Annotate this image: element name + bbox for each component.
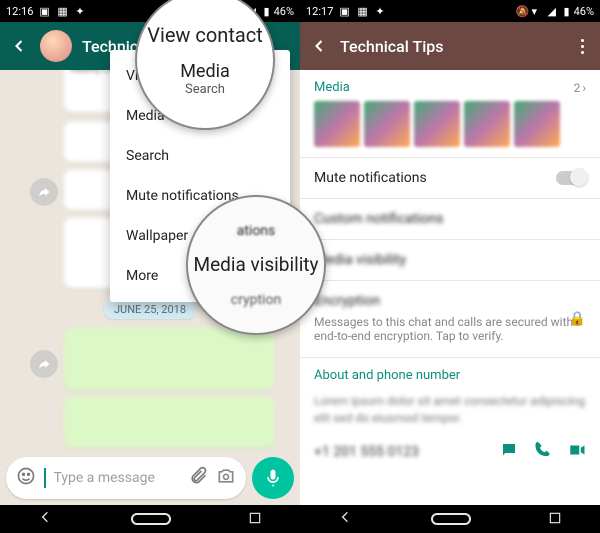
twitter-icon: ✦ (75, 5, 87, 17)
message-bubble-out[interactable] (64, 328, 274, 390)
magnifier-media-visibility: ations Media visibility cryption (186, 195, 326, 335)
battery-icon: ▮ (564, 5, 570, 18)
lock-icon: 🔒 (569, 311, 586, 327)
screen-contact-info: 12:17 ▣ ▦ ✦ 🔕 ▾ ◢ ▮ 46% Technical Tips M… (300, 0, 600, 505)
media-thumb[interactable] (514, 101, 560, 147)
attach-icon[interactable] (188, 466, 208, 490)
media-section[interactable]: Media 2› (300, 70, 600, 101)
call-icon[interactable] (534, 441, 552, 463)
signal-icon: ◢ (548, 5, 560, 17)
mute-notifications-row[interactable]: Mute notifications (300, 158, 600, 198)
camera-icon[interactable] (216, 466, 236, 490)
media-visibility-row[interactable]: Media visibility (300, 240, 600, 280)
status-battery: 46% (274, 5, 294, 18)
overflow-button[interactable] (572, 39, 592, 54)
media-thumb[interactable] (364, 101, 410, 147)
text-cursor (44, 468, 46, 488)
nav-back-button[interactable] (38, 509, 54, 529)
chevron-right-icon: › (582, 81, 586, 95)
picture-icon: ▣ (339, 5, 351, 17)
app-icon: ▦ (357, 5, 369, 17)
phone-row[interactable]: +1 201 555 0123 (300, 431, 600, 473)
battery-icon: ▮ (264, 5, 270, 18)
encryption-desc: Messages to this chat and calls are secu… (300, 311, 600, 357)
encryption-row[interactable]: Encryption (300, 281, 600, 311)
back-button[interactable] (308, 35, 330, 57)
twitter-icon: ✦ (375, 5, 387, 17)
contact-avatar[interactable] (40, 30, 72, 62)
about-section-label: About and phone number (300, 358, 600, 389)
video-icon[interactable] (568, 441, 586, 463)
nav-back-button[interactable] (338, 509, 354, 529)
message-bubble-out[interactable] (64, 396, 274, 448)
media-thumb[interactable] (314, 101, 360, 147)
status-time: 12:17 (306, 5, 333, 18)
mute-switch[interactable] (556, 171, 586, 185)
android-nav-bar (0, 505, 600, 533)
media-thumb[interactable] (464, 101, 510, 147)
emoji-icon[interactable] (16, 466, 36, 490)
nav-recent-button[interactable] (248, 510, 262, 529)
contact-app-bar: Technical Tips (300, 22, 600, 70)
silent-icon: 🔕 (516, 5, 528, 17)
nav-home-button[interactable] (431, 513, 471, 525)
contact-body: Media 2› Mute notifications Custom notif… (300, 70, 600, 473)
status-time: 12:16 (6, 5, 33, 18)
contact-title: Technical Tips (340, 37, 444, 56)
app-icon: ▦ (57, 5, 69, 17)
phone-number: +1 201 555 0123 (314, 444, 419, 460)
custom-notifications-row[interactable]: Custom notifications (300, 199, 600, 239)
menu-search[interactable]: Search (110, 136, 290, 176)
nav-recent-button[interactable] (548, 510, 562, 529)
about-text: Lorem ipsum dolor sit amet consectetur a… (300, 389, 600, 431)
message-icon[interactable] (500, 441, 518, 463)
forward-icon[interactable] (30, 350, 58, 378)
forward-icon[interactable] (30, 178, 58, 206)
status-bar: 12:17 ▣ ▦ ✦ 🔕 ▾ ◢ ▮ 46% (300, 0, 600, 22)
status-battery: 46% (574, 5, 594, 18)
media-thumb[interactable] (414, 101, 460, 147)
media-count: 2› (574, 81, 586, 95)
input-placeholder: Type a message (54, 470, 181, 486)
date-chip: JUNE 25, 2018 (104, 300, 196, 319)
nav-home-button[interactable] (131, 513, 171, 525)
message-input[interactable]: Type a message (6, 457, 246, 499)
mic-button[interactable] (252, 457, 294, 499)
back-button[interactable] (8, 35, 30, 57)
picture-icon: ▣ (39, 5, 51, 17)
chat-input-bar: Type a message (6, 457, 294, 499)
media-thumbnails[interactable] (300, 101, 600, 157)
wifi-icon: ▾ (532, 5, 544, 17)
